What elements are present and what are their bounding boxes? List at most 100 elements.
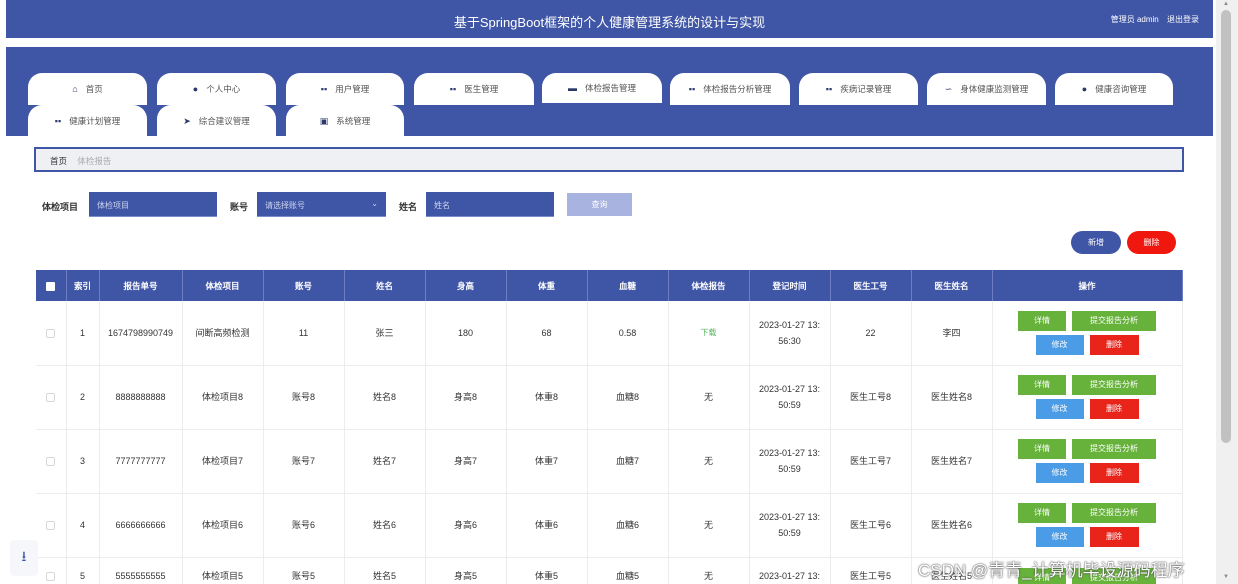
table-cell: 血糖7 — [587, 429, 669, 494]
table-cell: 2023-01-27 13: 50:59 — [749, 365, 831, 430]
table-cell: 1674798990749 — [99, 301, 183, 366]
edit-button[interactable]: 修改 — [1035, 463, 1084, 483]
cell-report-no: 1674798990749 — [107, 327, 174, 338]
nav-tab-2[interactable]: ▪▪ 用户管理 — [286, 73, 404, 105]
detail-button[interactable]: 详情 — [1018, 439, 1066, 459]
column-header: 体检项目 — [182, 270, 264, 301]
table-cell: 2023-01-27 13: — [749, 557, 831, 584]
table-cell: 180 — [425, 301, 507, 366]
row-checkbox[interactable] — [36, 557, 67, 584]
nav-tab-11[interactable]: ▣ 系统管理 — [286, 105, 404, 137]
detail-button[interactable]: 详情 — [1018, 310, 1066, 331]
row-checkbox[interactable] — [36, 429, 67, 494]
column-header: 血糖 — [587, 270, 669, 301]
table-cell: 账号6 — [263, 493, 345, 558]
cell-height: 身高8 — [453, 392, 477, 402]
table-cell: 医生姓名6 — [911, 493, 993, 558]
edit-button[interactable]: 修改 — [1035, 334, 1084, 355]
cell-blood-sugar: 血糖7 — [615, 456, 639, 466]
table-cell: 无 — [668, 493, 750, 558]
nav-tab-10[interactable]: ➤ 综合建议管理 — [157, 105, 276, 137]
delete-button[interactable]: 删除 — [1089, 334, 1139, 355]
name-label: 姓名 — [399, 202, 418, 212]
row-checkbox[interactable] — [36, 301, 67, 366]
scrollbar-thumb[interactable] — [1221, 10, 1231, 443]
column-header: 医生工号 — [830, 270, 912, 301]
nav-tab-0[interactable]: ⌂ 首页 — [28, 73, 147, 105]
cell-account: 账号7 — [291, 456, 315, 466]
item-search-input[interactable]: 体检项目 — [89, 192, 217, 217]
table-cell: 间断高频检测 — [182, 301, 264, 366]
scroll-up-icon[interactable]: ▲ — [1223, 1, 1229, 7]
name-search-input[interactable]: 姓名 — [426, 192, 554, 217]
table-row: 1 1674798990749 间断高频检测 11 张三 180 68 0.58 下载 2023-… — [36, 301, 1183, 366]
cell-doctor-no: 医生工号7 — [849, 456, 891, 466]
detail-button[interactable]: 详情 — [1018, 375, 1066, 395]
delete-button[interactable]: 删除 — [1089, 527, 1139, 547]
column-header: 登记时间 — [749, 270, 831, 301]
logout-link[interactable]: 退出登录 — [1167, 15, 1199, 24]
operations-cell: 详情提交报告分析修改删除 — [992, 365, 1183, 430]
edit-button[interactable]: 修改 — [1035, 527, 1084, 547]
nav-tab-1[interactable]: ● 个人中心 — [157, 73, 276, 105]
column-header: 操作 — [992, 270, 1183, 301]
add-button[interactable]: 新增 — [1071, 231, 1121, 254]
scroll-down-icon[interactable]: ▼ — [1223, 574, 1229, 580]
table-cell: 姓名8 — [344, 365, 426, 430]
breadcrumb-home[interactable]: 首页 — [50, 156, 67, 166]
table-cell: 体检项目6 — [182, 493, 264, 558]
download-icon[interactable]: ⭳ — [10, 540, 38, 576]
nav-tab-7[interactable]: ∽ 身体健康监测管理 — [927, 73, 1046, 105]
vertical-scrollbar[interactable]: ▲ ▼ — [1216, 0, 1238, 584]
cell-report-no: 5555555555 — [115, 570, 166, 581]
app-title: 基于SpringBoot框架的个人健康管理系统的设计与实现 — [453, 15, 766, 30]
submit-analysis-button[interactable]: 提交报告分析 — [1072, 503, 1156, 523]
nav-tab-3[interactable]: ▪▪ 医生管理 — [414, 73, 534, 105]
cell-index: 5 — [79, 570, 85, 581]
account-select-placeholder: 请选择账号 — [265, 201, 305, 210]
nav-tab-5[interactable]: ▪▪ 体检报告分析管理 — [670, 73, 790, 105]
cell-time: 2023-01-27 13: — [758, 384, 821, 394]
report-download-link[interactable]: 下载 — [701, 328, 717, 337]
table-cell: 11 — [263, 301, 345, 366]
row-checkbox[interactable] — [36, 493, 67, 558]
table-cell: 医生工号7 — [830, 429, 912, 494]
nav-tab-4[interactable]: ▬ 体检报告管理 — [542, 73, 662, 105]
submit-analysis-button[interactable]: 提交报告分析 — [1072, 310, 1156, 331]
delete-button[interactable]: 删除 — [1089, 463, 1139, 483]
delete-button[interactable]: 删除 — [1089, 399, 1139, 419]
select-all-checkbox[interactable] — [36, 270, 67, 301]
cell-weight: 体重7 — [534, 456, 558, 466]
table-cell: 身高5 — [425, 557, 507, 584]
table-header-row: 索引 报告单号 体检项目 账号 姓名 身高 体重 血糖 体检报告 登记时间 医生工号 医生姓名 操作 — [36, 270, 1183, 301]
cell-doctor-no: 医生工号5 — [849, 570, 891, 581]
nav-tab-6[interactable]: ▪▪ 疾病记录管理 — [799, 73, 918, 105]
pulse-icon: ∽ — [944, 83, 953, 94]
submit-analysis-button[interactable]: 提交报告分析 — [1072, 439, 1156, 459]
nav-tab-8[interactable]: ● 健康咨询管理 — [1055, 73, 1173, 105]
detail-button[interactable]: 详情 — [1018, 503, 1066, 523]
submit-analysis-button[interactable]: 提交报告分析 — [1072, 375, 1156, 395]
nav-tab-label: 身体健康监测管理 — [960, 84, 1029, 94]
table-cell: 身高8 — [425, 365, 507, 430]
search-button[interactable]: 查询 — [567, 193, 632, 216]
table-cell: 姓名7 — [344, 429, 426, 494]
account-select[interactable]: 请选择账号 ⌄ — [257, 192, 386, 217]
cell-doctor-no: 医生工号6 — [849, 520, 891, 530]
briefcase-icon: ▬ — [567, 83, 577, 93]
edit-button[interactable]: 修改 — [1035, 399, 1084, 419]
nav-tab-9[interactable]: ▪▪ 健康计划管理 — [28, 105, 147, 137]
cell-name: 姓名6 — [372, 520, 396, 530]
report-table: 索引 报告单号 体检项目 账号 姓名 身高 体重 血糖 体检报告 登记时间 医生工号 医生姓名 操作 1… — [36, 270, 1183, 584]
table-cell: 4 — [66, 493, 100, 558]
cell-index: 2 — [79, 392, 85, 402]
table-cell: 体重8 — [506, 365, 588, 430]
row-checkbox[interactable] — [36, 365, 67, 430]
table-cell: 医生工号8 — [830, 365, 912, 430]
item-label: 体检项目 — [42, 202, 79, 212]
grid-icon: ▪▪ — [449, 84, 457, 94]
cell-doctor-no: 医生工号8 — [849, 392, 891, 402]
cell-blood-sugar: 血糖5 — [615, 570, 639, 581]
batch-delete-button[interactable]: 删除 — [1127, 231, 1176, 254]
cell-doctor-no: 22 — [865, 327, 876, 338]
